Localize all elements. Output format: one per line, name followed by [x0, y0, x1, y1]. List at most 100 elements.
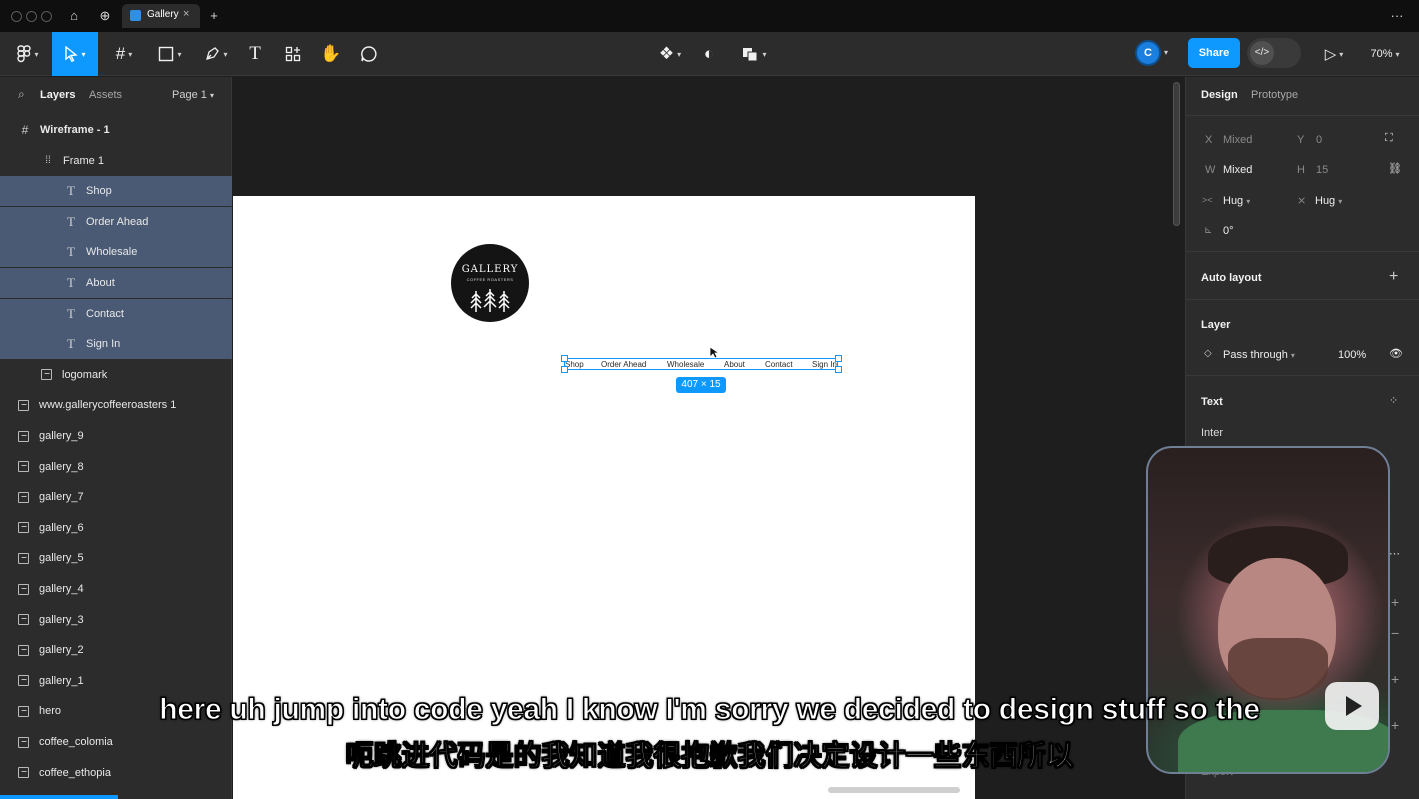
- constrain-proportions-icon[interactable]: ⛓: [1388, 162, 1402, 175]
- layer-row[interactable]: T Order Ahead: [0, 206, 232, 237]
- page-name: Page 1: [172, 89, 207, 101]
- shape-tool-icon[interactable]: ▾: [150, 32, 190, 76]
- layer-name: Order Ahead: [86, 215, 149, 228]
- dev-mode-toggle[interactable]: </>: [1247, 38, 1301, 68]
- zoom-control[interactable]: 70% ▾: [1362, 32, 1408, 76]
- vertical-scrollbar[interactable]: [1173, 82, 1180, 226]
- layer-row[interactable]: T Shop: [0, 176, 232, 207]
- frame-tool-icon[interactable]: # ▾: [104, 32, 144, 76]
- height-hug-select[interactable]: Hug ▾: [1315, 195, 1342, 207]
- share-button[interactable]: Share: [1188, 38, 1240, 68]
- boolean-ops-icon[interactable]: ▾: [734, 32, 774, 76]
- eye-icon[interactable]: 👁: [1389, 347, 1403, 360]
- layer-row[interactable]: ⁞⁞ Frame 1: [0, 146, 232, 176]
- h-field[interactable]: 15: [1316, 164, 1328, 176]
- x-field[interactable]: Mixed: [1223, 134, 1252, 146]
- nav-item-text[interactable]: Contact: [765, 360, 793, 369]
- title-bar: ⌂ ⊕ Gallery × + ···: [0, 0, 1419, 32]
- opacity-field[interactable]: 100%: [1338, 349, 1366, 361]
- logomark[interactable]: GALLERY COFFEE ROASTERS: [451, 244, 529, 322]
- home-icon[interactable]: ⌂: [63, 6, 85, 26]
- layer-row[interactable]: gallery_8: [0, 452, 232, 482]
- pen-tool-icon[interactable]: ▾: [196, 32, 236, 76]
- y-field[interactable]: 0: [1316, 134, 1322, 146]
- resources-icon[interactable]: [280, 32, 306, 76]
- contrast-icon[interactable]: ◐: [696, 32, 722, 76]
- add-icon[interactable]: +: [1391, 671, 1399, 687]
- horizontal-resize-icon: ><: [1202, 195, 1213, 205]
- chevron-down-icon[interactable]: ▾: [1164, 48, 1168, 57]
- figma-menu-icon[interactable]: ▾: [8, 32, 48, 76]
- nav-item-text[interactable]: Wholesale: [667, 360, 704, 369]
- tab-layers[interactable]: Layers: [40, 89, 75, 101]
- w-field[interactable]: Mixed: [1223, 164, 1252, 176]
- text-tool-icon[interactable]: T: [242, 32, 268, 76]
- text-layer-icon: T: [67, 183, 75, 199]
- layer-row[interactable]: T Sign In: [0, 329, 232, 360]
- width-hug-value: Hug: [1223, 195, 1244, 207]
- remove-icon[interactable]: −: [1391, 625, 1399, 641]
- width-hug-select[interactable]: Hug ▾: [1223, 195, 1250, 207]
- move-tool-icon[interactable]: ▾: [52, 32, 98, 76]
- layer-name: www.gallerycoffeeroasters 1: [39, 399, 177, 412]
- blend-mode-select[interactable]: Pass through ▾: [1223, 349, 1295, 361]
- layer-row[interactable]: # Wireframe - 1: [0, 115, 232, 145]
- resize-handle[interactable]: [561, 355, 568, 362]
- layer-row[interactable]: gallery_2: [0, 635, 232, 665]
- layers-panel: ⌕ Layers Assets Page 1 ▾ # Wireframe - 1 ⁞…: [0, 77, 232, 799]
- constraints-icon[interactable]: ⛶: [1385, 132, 1393, 145]
- h-label: H: [1297, 164, 1305, 176]
- tab-prototype[interactable]: Prototype: [1251, 89, 1298, 101]
- globe-icon[interactable]: ⊕: [94, 6, 116, 26]
- font-family-select[interactable]: Inter: [1201, 427, 1223, 439]
- nav-item-text[interactable]: Sign In: [812, 360, 837, 369]
- layer-row[interactable]: gallery_9: [0, 421, 232, 451]
- add-auto-layout-icon[interactable]: +: [1389, 268, 1398, 286]
- present-icon[interactable]: ▷ ▾: [1314, 32, 1354, 76]
- layer-row[interactable]: gallery_4: [0, 574, 232, 604]
- add-icon[interactable]: +: [1391, 594, 1399, 610]
- page-selector[interactable]: Page 1 ▾: [172, 89, 214, 101]
- layer-row[interactable]: T Contact: [0, 298, 232, 329]
- layer-row[interactable]: gallery_1: [0, 666, 232, 696]
- layer-row[interactable]: gallery_7: [0, 482, 232, 512]
- hand-tool-icon[interactable]: ✋: [318, 32, 344, 76]
- text-layer-icon: T: [67, 244, 75, 260]
- rotation-field[interactable]: 0°: [1223, 225, 1234, 237]
- layer-row[interactable]: gallery_3: [0, 605, 232, 635]
- window-close-control[interactable]: [11, 11, 22, 22]
- tab-gallery[interactable]: Gallery ×: [122, 4, 200, 28]
- layer-row[interactable]: www.gallerycoffeeroasters 1: [0, 390, 232, 420]
- resize-handle[interactable]: [835, 366, 842, 373]
- window-minimize-control[interactable]: [26, 11, 37, 22]
- more-icon[interactable]: ···: [1386, 6, 1408, 26]
- nav-item-text[interactable]: About: [724, 360, 745, 369]
- tab-assets[interactable]: Assets: [89, 89, 122, 101]
- avatar[interactable]: C: [1137, 42, 1159, 64]
- search-icon[interactable]: ⌕: [18, 87, 25, 102]
- text-heading: Text: [1201, 396, 1223, 408]
- tab-design[interactable]: Design: [1201, 89, 1238, 101]
- more-options-icon[interactable]: ⋯: [1389, 547, 1400, 560]
- layer-row[interactable]: T Wholesale: [0, 237, 232, 268]
- layer-row[interactable]: logomark: [0, 360, 232, 390]
- panel-tabs: ⌕ Layers Assets Page 1 ▾: [0, 77, 232, 115]
- tab-close-icon[interactable]: ×: [183, 8, 189, 20]
- image-layer-icon: [18, 522, 29, 534]
- layer-row[interactable]: gallery_6: [0, 513, 232, 543]
- text-layer-icon: T: [67, 305, 75, 321]
- horizontal-scrollbar[interactable]: [828, 787, 960, 793]
- resize-handle[interactable]: [561, 366, 568, 373]
- components-icon[interactable]: ❖ ▾: [650, 32, 690, 76]
- new-tab-icon[interactable]: +: [203, 6, 225, 26]
- comment-icon[interactable]: [356, 32, 382, 76]
- nav-item-text[interactable]: Order Ahead: [601, 360, 646, 369]
- layer-name: gallery_6: [39, 521, 84, 534]
- resize-handle[interactable]: [835, 355, 842, 362]
- text-styles-icon[interactable]: ⁘: [1389, 394, 1398, 407]
- layer-row[interactable]: gallery_5: [0, 543, 232, 573]
- window-zoom-control[interactable]: [41, 11, 52, 22]
- layer-name: gallery_1: [39, 674, 84, 687]
- image-layer-icon: [18, 399, 29, 411]
- layer-row[interactable]: T About: [0, 268, 232, 298]
